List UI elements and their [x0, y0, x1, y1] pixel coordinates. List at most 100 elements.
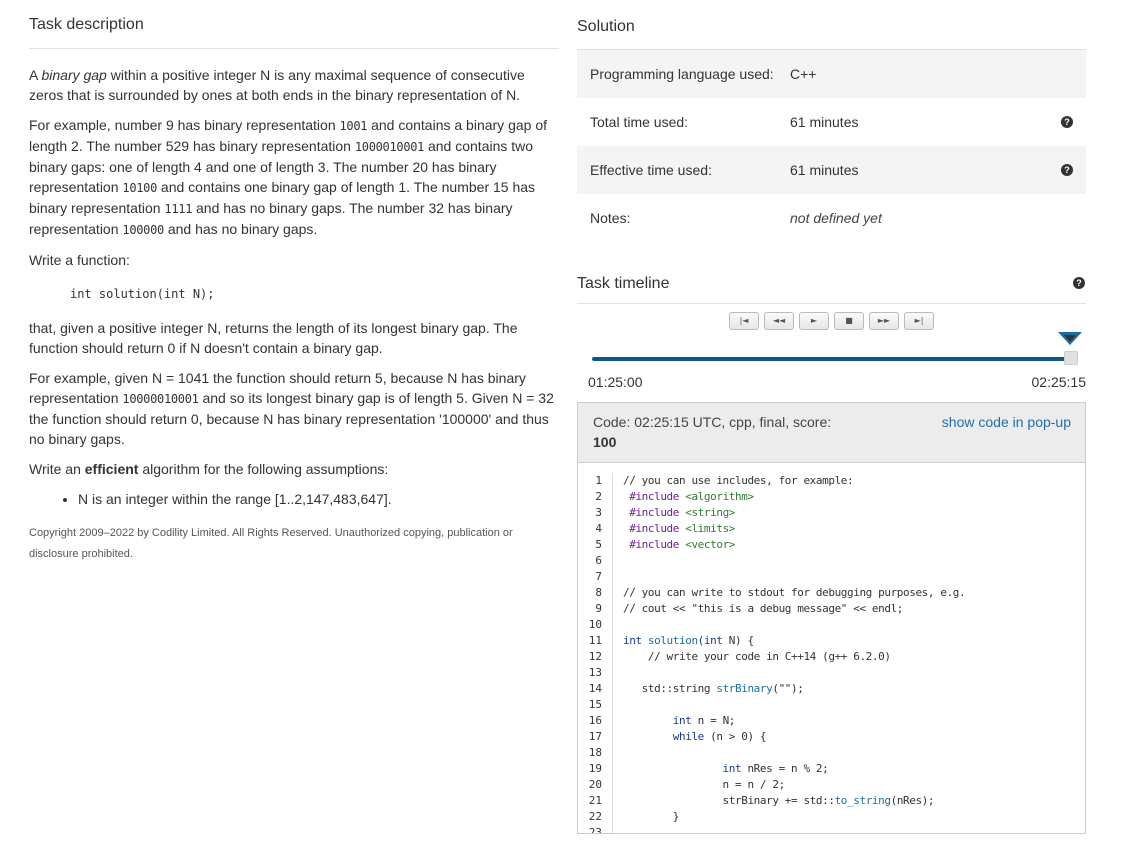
desc-paragraph-1: A binary gap within a positive integer N…	[29, 65, 559, 105]
line-number: 22	[588, 810, 602, 823]
code-text: ("");	[772, 682, 804, 695]
code-text: #include	[623, 538, 686, 551]
solution-row-notes: Notes: not defined yet	[577, 194, 1086, 242]
code-text: <limits>	[685, 522, 736, 535]
assumption-item: N is an integer within the range [1..2,1…	[78, 489, 559, 509]
code-line: 8 // you can write to stdout for debuggin…	[578, 585, 1085, 601]
line-number: 19	[588, 762, 602, 775]
code-header: Code: 02:25:15 UTC, cpp, final, score: 1…	[578, 403, 1085, 463]
code-text: std::string	[623, 682, 717, 695]
binary-gap-term: binary gap	[41, 67, 107, 83]
function-signature: int solution(int N);	[70, 287, 215, 301]
code-text: strBinary += std::	[623, 794, 835, 807]
timeline-times: 01:25:00 02:25:15	[577, 372, 1086, 402]
code-line: 4 #include <limits>	[578, 521, 1085, 537]
code-text: <string>	[685, 506, 736, 519]
line-number: 1	[595, 474, 602, 487]
code-line: 19 int nRes = n % 2;	[578, 761, 1085, 777]
solution-row-effective-time: Effective time used: 61 minutes ?	[577, 146, 1086, 194]
code-text: n = n / 2;	[623, 778, 786, 791]
copyright-notice: Copyright 2009–2022 by Codility Limited.…	[29, 527, 513, 560]
code-line: 21 strBinary += std::to_string(nRes);	[578, 793, 1085, 809]
binary-value: 10100	[122, 181, 158, 195]
line-number: 17	[588, 730, 602, 743]
text: and has no binary gaps.	[163, 221, 318, 237]
slider-track[interactable]	[592, 357, 1078, 361]
code-text: // you can write to stdout for debugging…	[623, 586, 966, 599]
stop-button[interactable]: ■	[834, 312, 864, 330]
rewind-button[interactable]: ◄◄	[764, 312, 794, 330]
line-number: 4	[595, 522, 602, 535]
binary-value: 100000	[122, 223, 164, 237]
play-button[interactable]: ►	[799, 312, 829, 330]
line-number: 10	[588, 618, 602, 631]
code-text: int	[623, 762, 742, 775]
timeline-title: Task timeline	[577, 275, 670, 292]
line-number: 23	[588, 826, 602, 833]
help-icon[interactable]: ?	[1073, 277, 1085, 289]
line-number: 6	[595, 554, 602, 567]
code-line: 5 #include <vector>	[578, 537, 1085, 553]
line-number: 12	[588, 650, 602, 663]
fast-forward-button[interactable]: ►►	[869, 312, 899, 330]
code-line: 3 #include <string>	[578, 505, 1085, 521]
task-timeline-heading: Task timeline ?	[577, 266, 1086, 304]
row-value: 61 minutes	[790, 162, 859, 178]
code-body: 1 // you can use includes, for example: 2…	[578, 463, 1085, 833]
code-line: 23	[578, 825, 1085, 833]
code-text: }	[623, 810, 680, 823]
code-line: 11 int solution(int N) {	[578, 633, 1085, 649]
task-description-body: A binary gap within a positive integer N…	[29, 65, 559, 565]
line-number: 21	[588, 794, 602, 807]
help-icon[interactable]: ?	[1061, 116, 1073, 128]
desc-paragraph-3: Write a function:	[29, 252, 130, 268]
row-key: Effective time used:	[590, 162, 712, 178]
solution-row-language: Programming language used: C++	[577, 50, 1086, 98]
code-line: 9 // cout << "this is a debug message" <<…	[578, 601, 1085, 617]
code-text: <algorithm>	[685, 490, 754, 503]
slider-thumb[interactable]	[1064, 351, 1078, 365]
code-text: solution	[647, 634, 698, 647]
line-number: 14	[588, 682, 602, 695]
line-number: 9	[595, 602, 602, 615]
skip-to-start-button[interactable]: |◄	[729, 312, 759, 330]
code-text: while	[623, 730, 705, 743]
solution-heading: Solution	[577, 0, 1086, 50]
binary-value: 10000010001	[122, 392, 199, 406]
code-line: 12 // write your code in C++14 (g++ 6.2.…	[578, 649, 1085, 665]
line-number: 18	[588, 746, 602, 759]
code-text: <vector>	[685, 538, 736, 551]
code-line: 2 #include <algorithm>	[578, 489, 1085, 505]
show-code-popup-link[interactable]: show code in pop-up	[942, 414, 1071, 430]
code-line: 10	[578, 617, 1085, 633]
binary-value: 1111	[164, 202, 193, 216]
binary-value: 1001	[339, 119, 368, 133]
desc-paragraph-4: that, given a positive integer N, return…	[29, 320, 518, 356]
line-number: 2	[595, 490, 602, 503]
help-icon[interactable]: ?	[1061, 164, 1073, 176]
code-line: 18	[578, 745, 1085, 761]
code-text: n = N;	[691, 714, 736, 727]
code-text: // write your code in C++14 (g++ 6.2.0)	[623, 650, 891, 663]
code-text: nRes = n % 2;	[741, 762, 829, 775]
line-number: 13	[588, 666, 602, 679]
row-key: Total time used:	[590, 114, 689, 130]
text: A	[29, 67, 42, 83]
code-text: int	[623, 714, 692, 727]
end-time: 02:25:15	[1031, 374, 1087, 390]
skip-to-end-button[interactable]: ►|	[904, 312, 934, 330]
code-text: int	[623, 634, 648, 647]
code-line: 1 // you can use includes, for example:	[578, 473, 1085, 489]
timeline-slider[interactable]	[577, 332, 1086, 372]
code-line: 20 n = n / 2;	[578, 777, 1085, 793]
desc-paragraph-5: For example, given N = 1041 the function…	[29, 368, 559, 449]
row-value: C++	[790, 66, 817, 82]
code-text: #include	[623, 506, 686, 519]
binary-value: 1000010001	[354, 140, 425, 154]
line-number: 11	[588, 634, 602, 647]
line-number: 7	[595, 570, 602, 583]
code-line: 7	[578, 569, 1085, 585]
text: algorithm for the following assumptions:	[138, 461, 389, 477]
row-key: Notes:	[590, 210, 631, 226]
code-text: (int	[697, 634, 723, 647]
